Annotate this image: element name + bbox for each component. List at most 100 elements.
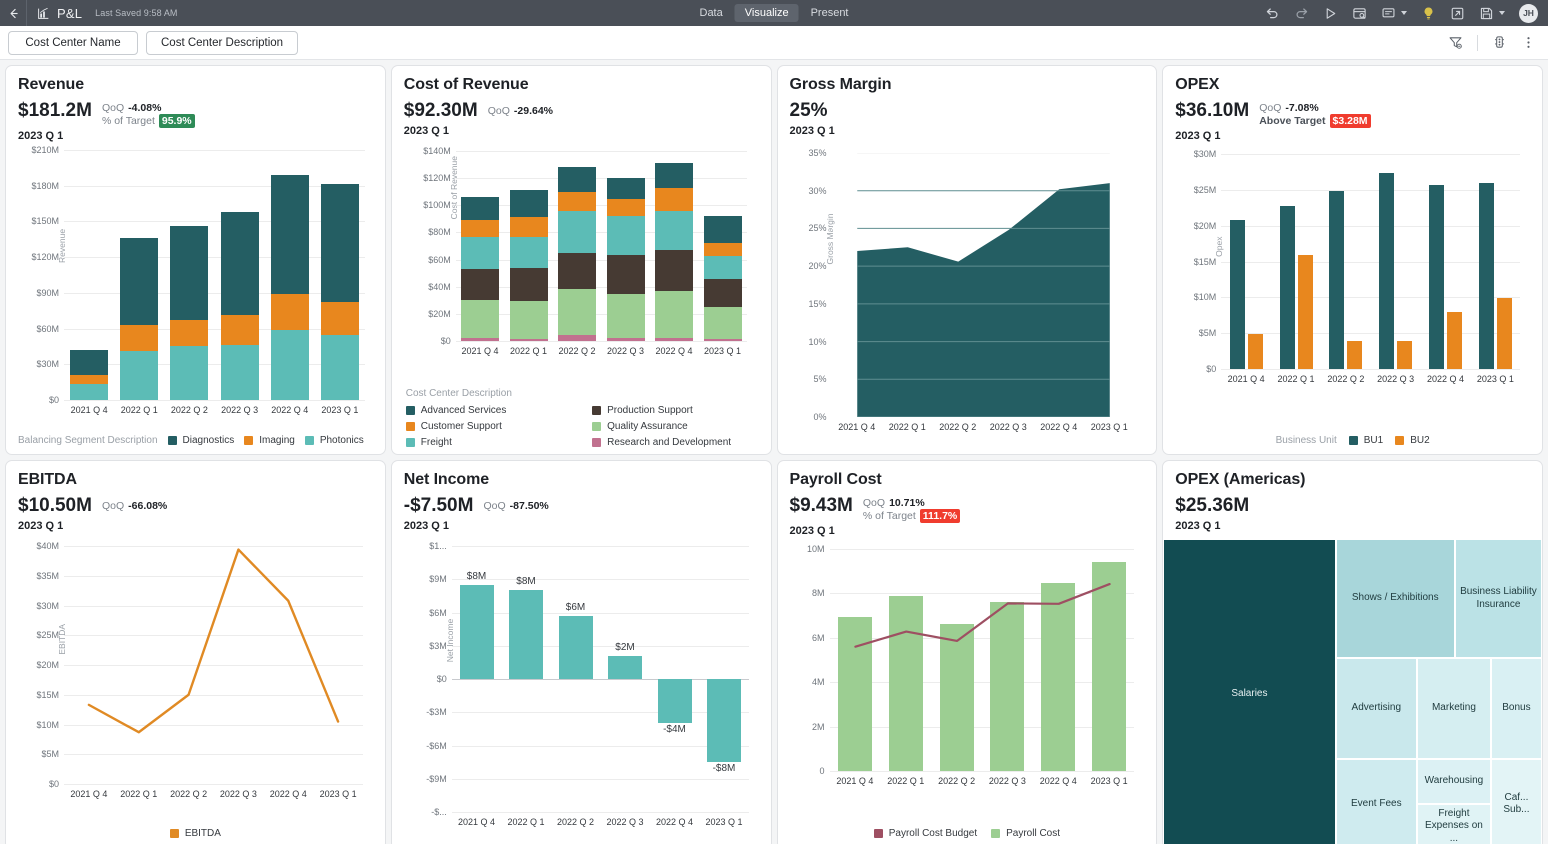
- bar[interactable]: [703, 216, 742, 341]
- bar[interactable]: [459, 584, 494, 679]
- bar-segment[interactable]: [606, 254, 645, 294]
- bar[interactable]: [270, 175, 309, 400]
- card-payroll-cost[interactable]: Payroll Cost $9.43M QoQ 10.71% % of Targe…: [776, 460, 1158, 844]
- bar-segment[interactable]: [655, 290, 693, 338]
- bar-segment[interactable]: [606, 337, 645, 341]
- bar-segment[interactable]: [70, 350, 109, 375]
- treemap-cell[interactable]: Bonus: [1490, 658, 1542, 760]
- bar-segment[interactable]: [461, 197, 499, 220]
- bar-segment[interactable]: [509, 190, 548, 217]
- lightbulb-icon[interactable]: [1421, 6, 1436, 21]
- legend-item[interactable]: EBITDA: [169, 828, 221, 839]
- bar[interactable]: [509, 590, 543, 679]
- legend-item[interactable]: BU1: [1348, 435, 1383, 446]
- bar-segment[interactable]: [655, 337, 693, 341]
- treemap-cell[interactable]: Marketing: [1417, 658, 1491, 760]
- comment-icon[interactable]: [1381, 6, 1396, 21]
- treemap-cell[interactable]: Advertising: [1335, 658, 1417, 760]
- bar-segment[interactable]: [320, 301, 359, 335]
- bar[interactable]: [1347, 341, 1363, 369]
- bar-segment[interactable]: [70, 383, 109, 400]
- bar-segment[interactable]: [655, 211, 693, 251]
- bar-segment[interactable]: [558, 289, 596, 335]
- bar-segment[interactable]: [703, 278, 742, 308]
- chart-net-income[interactable]: Net Income -$... -$9M -$6M -$3M $0 $3M $6M $9M $…: [426, 541, 749, 827]
- mode-tab-present[interactable]: Present: [801, 4, 859, 22]
- bar-segment[interactable]: [461, 269, 499, 300]
- card-revenue[interactable]: Revenue $181.2M QoQ -4.08% % of Target 95.…: [5, 65, 386, 455]
- treemap-cell[interactable]: Event Fees: [1335, 759, 1417, 844]
- bar[interactable]: [170, 225, 209, 400]
- bar[interactable]: [70, 350, 109, 400]
- bar-segment[interactable]: [461, 219, 499, 238]
- bar-segment[interactable]: [558, 334, 596, 341]
- bar-segment[interactable]: [461, 299, 499, 339]
- filter-off-icon[interactable]: [1448, 35, 1463, 50]
- gross-margin-area[interactable]: [832, 153, 1135, 417]
- bar-segment[interactable]: [220, 314, 259, 345]
- mode-tab-data[interactable]: Data: [690, 4, 733, 22]
- bar-segment[interactable]: [70, 375, 109, 384]
- bar-segment[interactable]: [509, 216, 548, 238]
- bar[interactable]: [1229, 219, 1245, 369]
- bar-segment[interactable]: [270, 175, 309, 295]
- bar-segment[interactable]: [606, 216, 645, 255]
- legend-item[interactable]: BU2: [1395, 435, 1430, 446]
- treemap-cell[interactable]: Freight Expenses on ...: [1417, 804, 1491, 844]
- bar[interactable]: [1247, 333, 1263, 369]
- bar-segment[interactable]: [270, 329, 309, 400]
- chart-opex-americas-treemap[interactable]: Salaries Shows / Exhibitions Business Liab…: [1163, 539, 1542, 844]
- card-net-income[interactable]: Net Income -$7.50M QoQ -87.50% 2023 Q 1 N…: [390, 460, 772, 844]
- bar[interactable]: [1329, 190, 1345, 369]
- chart-ebitda[interactable]: EBITDA $0 $5M $10M $15M $20M $25M $30M $35M $40M…: [36, 541, 363, 799]
- bar-segment[interactable]: [703, 216, 742, 243]
- legend-item[interactable]: Payroll Cost: [991, 828, 1060, 839]
- chart-opex[interactable]: Opex $0 $5M $10M $15M $20M $25M $30M 2021 Q 4 20…: [1194, 149, 1520, 384]
- bar-segment[interactable]: [703, 307, 742, 339]
- card-opex[interactable]: OPEX $36.10M QoQ -7.08% Above Target $3.28…: [1162, 65, 1543, 455]
- chart-cost-of-revenue[interactable]: Cost of Revenue $0 $20M $40M $60M $80M $100M $…: [423, 146, 747, 356]
- traffic-light-icon[interactable]: [1492, 35, 1507, 50]
- comment-dropdown-caret[interactable]: [1401, 11, 1407, 15]
- legend-item[interactable]: Research and Development: [592, 437, 760, 448]
- treemap-cell[interactable]: Business Liability Insurance: [1454, 539, 1542, 659]
- filter-chip-cost-center-description[interactable]: Cost Center Description: [146, 30, 299, 55]
- bar[interactable]: [1297, 255, 1313, 369]
- bar-segment[interactable]: [170, 319, 209, 347]
- bar-segment[interactable]: [320, 334, 359, 400]
- bar-segment[interactable]: [703, 338, 742, 341]
- back-button[interactable]: [0, 7, 26, 20]
- legend-item[interactable]: Payroll Cost Budget: [873, 828, 977, 839]
- bar-segment[interactable]: [170, 225, 209, 320]
- bar[interactable]: [1379, 173, 1395, 369]
- bar-segment[interactable]: [558, 192, 596, 212]
- bar[interactable]: [606, 178, 645, 341]
- bar-segment[interactable]: [606, 198, 645, 217]
- bar[interactable]: [1447, 312, 1462, 369]
- legend-item[interactable]: Customer Support: [405, 421, 574, 432]
- bar-segment[interactable]: [120, 350, 159, 400]
- bar[interactable]: [655, 163, 693, 341]
- bar-segment[interactable]: [655, 163, 693, 188]
- chart-revenue[interactable]: Revenue $0 $30M $60M $90M $120M $150M $180M $21…: [31, 145, 365, 415]
- bar-segment[interactable]: [509, 237, 548, 269]
- bar-segment[interactable]: [703, 242, 742, 257]
- bar-segment[interactable]: [655, 250, 693, 291]
- treemap-cell[interactable]: Warehousing: [1417, 759, 1491, 805]
- bar[interactable]: [608, 655, 642, 679]
- bar-segment[interactable]: [170, 346, 209, 400]
- bar[interactable]: [558, 167, 596, 341]
- bar-segment[interactable]: [320, 184, 359, 302]
- legend-item[interactable]: Freight: [405, 437, 574, 448]
- bar-segment[interactable]: [120, 325, 159, 351]
- play-icon[interactable]: [1323, 6, 1338, 21]
- bar[interactable]: [1429, 184, 1444, 369]
- bar-segment[interactable]: [655, 187, 693, 212]
- bar[interactable]: [461, 197, 499, 341]
- bar[interactable]: [509, 190, 548, 341]
- bar[interactable]: [707, 679, 741, 763]
- bar-segment[interactable]: [509, 268, 548, 301]
- bar-segment[interactable]: [220, 344, 259, 400]
- bar[interactable]: [558, 615, 593, 679]
- bar-segment[interactable]: [120, 238, 159, 325]
